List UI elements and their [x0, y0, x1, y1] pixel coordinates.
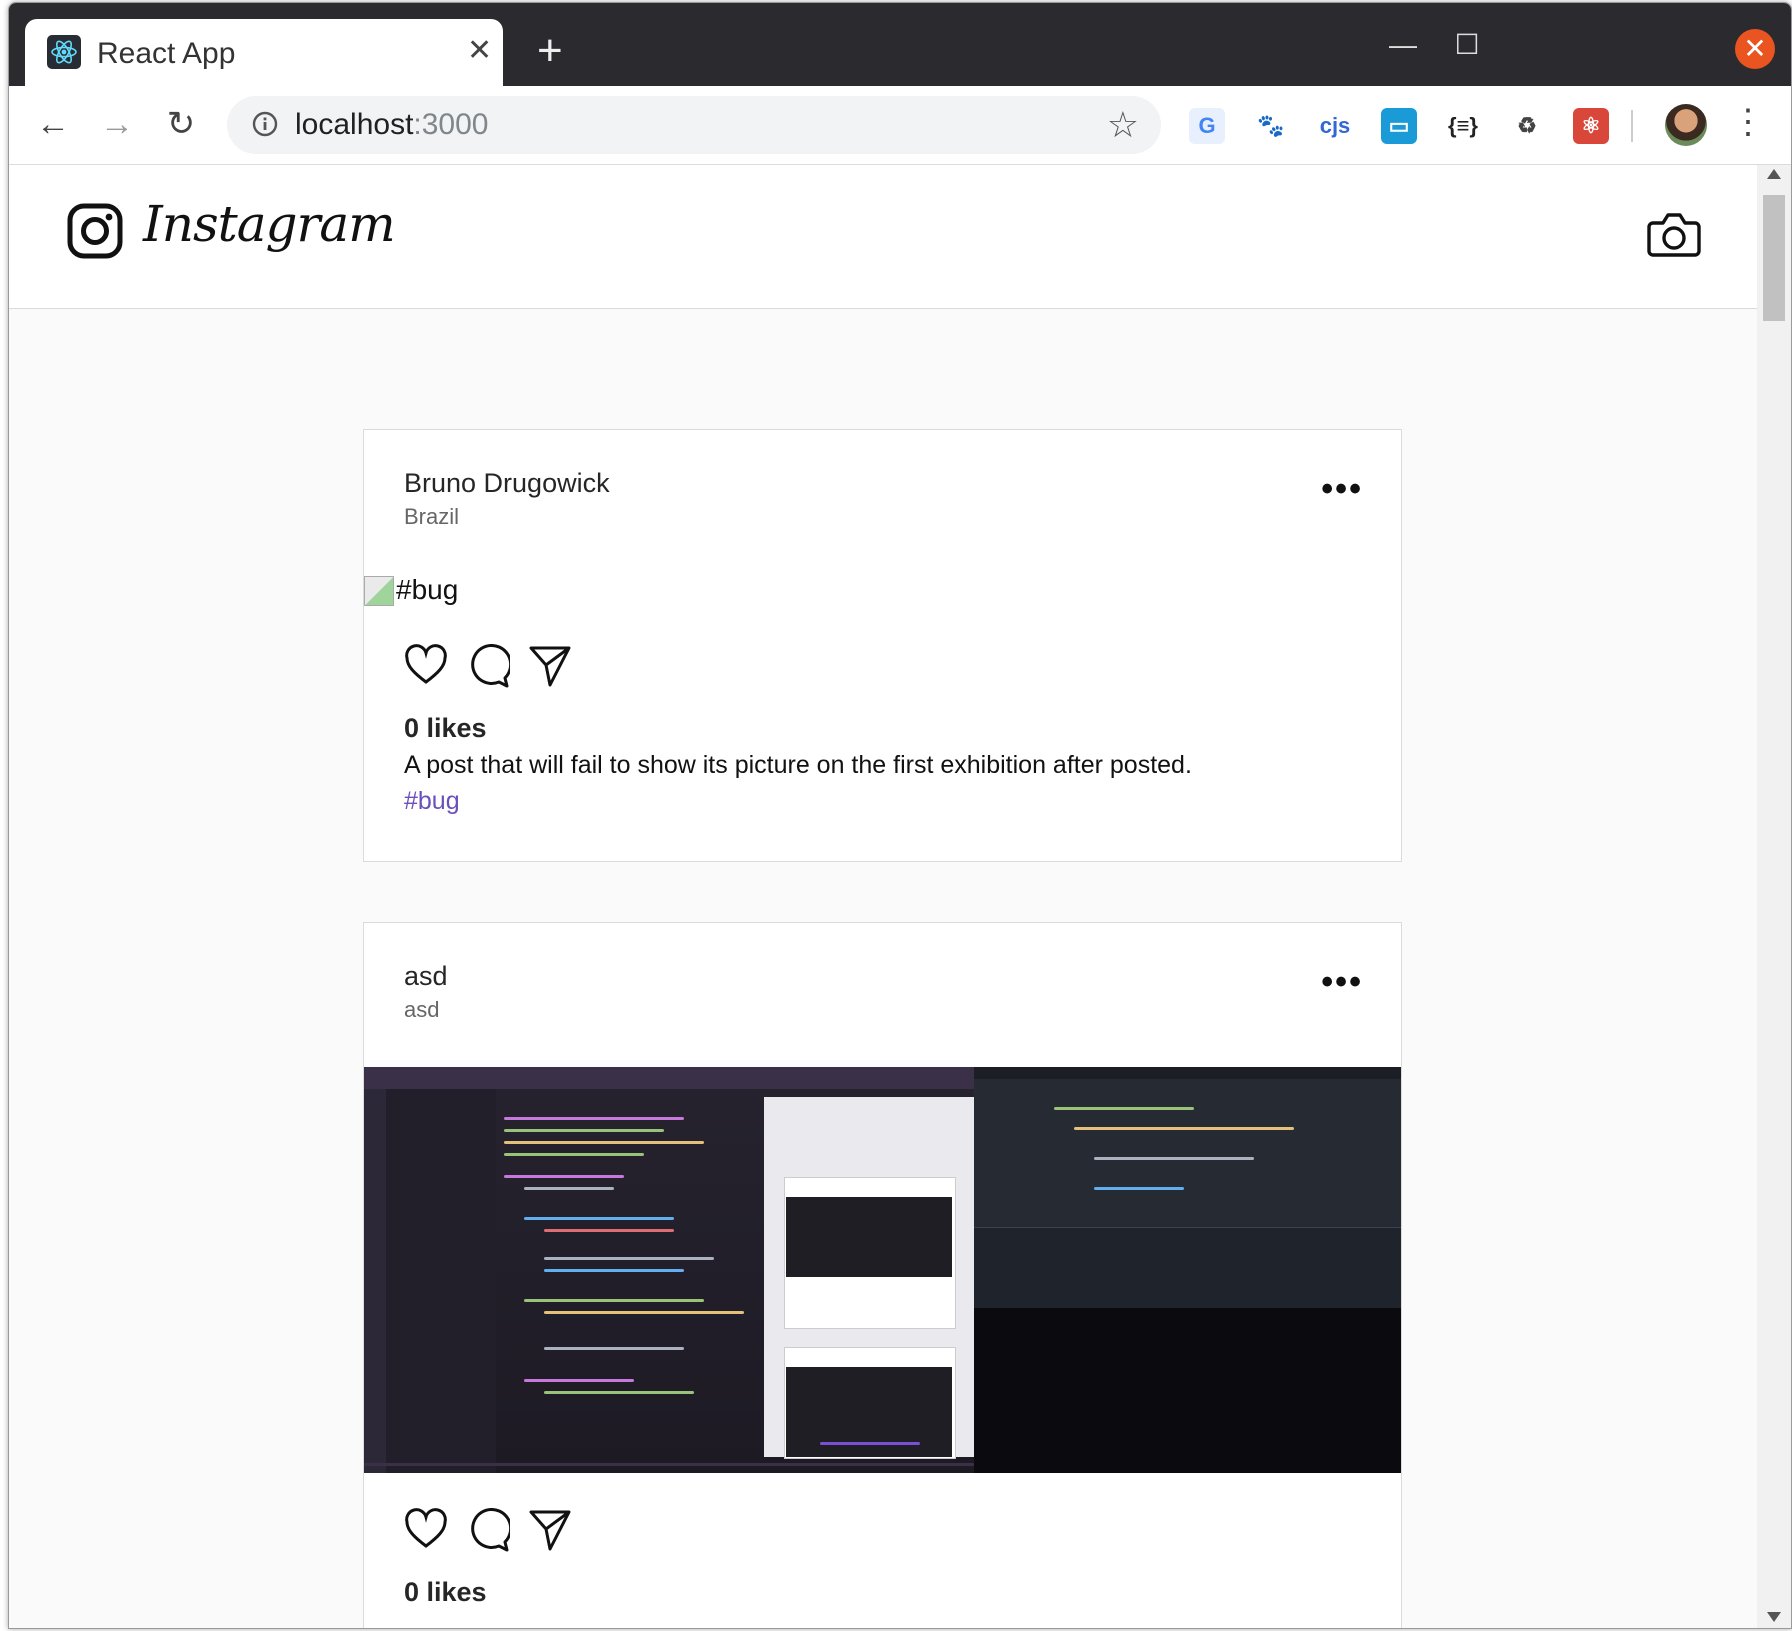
- browser-titlebar: React App ✕ + — ☐ ✕: [9, 3, 1791, 87]
- new-tab-button[interactable]: +: [537, 29, 563, 73]
- heart-icon[interactable]: [404, 1508, 448, 1552]
- forward-button[interactable]: →: [95, 102, 139, 146]
- toolbar-separator: [1631, 110, 1633, 142]
- url-host: localhost: [295, 108, 414, 141]
- profile-avatar[interactable]: [1665, 104, 1707, 146]
- comment-icon[interactable]: [466, 644, 510, 688]
- comment-icon[interactable]: [466, 1508, 510, 1552]
- page-viewport: Instagram Bruno Drugowick Brazil ••• #bu…: [9, 165, 1757, 1628]
- window-close-button[interactable]: ✕: [1735, 29, 1775, 69]
- browser-menu-icon[interactable]: ⋮: [1731, 102, 1765, 142]
- heart-icon[interactable]: [404, 644, 448, 688]
- scroll-up-arrow-icon[interactable]: [1767, 169, 1781, 179]
- gnome-extension-icon[interactable]: 🐾: [1253, 108, 1289, 144]
- likes-count: 0 likes: [404, 713, 487, 743]
- instagram-wordmark[interactable]: Instagram: [143, 195, 396, 253]
- browser-toolbar: ← → ↻ localhost:3000 ☆ G 🐾 cjs ▭ {≡} ♻ ⚛ ⋮: [9, 86, 1791, 165]
- url-port: :3000: [413, 108, 489, 141]
- cjs-extension-icon[interactable]: cjs: [1317, 108, 1353, 144]
- more-options-icon[interactable]: •••: [1321, 965, 1363, 999]
- instagram-logo-icon[interactable]: [67, 203, 123, 259]
- post-card: Bruno Drugowick Brazil ••• #bug 0 likes …: [363, 429, 1402, 862]
- url-text[interactable]: localhost:3000: [295, 108, 488, 142]
- post-location: asd: [404, 997, 440, 1022]
- back-button[interactable]: ←: [31, 102, 75, 146]
- browser-tab[interactable]: React App ✕: [25, 19, 503, 87]
- scroll-thumb[interactable]: [1763, 195, 1785, 321]
- screenshot-ide-region: [974, 1067, 1401, 1308]
- post-hashtags[interactable]: #bug: [404, 787, 460, 816]
- tab-title: React App: [97, 37, 236, 70]
- recycle-extension-icon[interactable]: ♻: [1509, 108, 1545, 144]
- app-header: Instagram: [9, 165, 1757, 309]
- likes-count: 0 likes: [404, 1577, 487, 1607]
- post-author[interactable]: asd: [404, 961, 448, 992]
- post-image: [364, 1067, 1401, 1473]
- page-scrollbar[interactable]: [1757, 165, 1791, 1628]
- json-formatter-extension-icon[interactable]: {≡}: [1445, 108, 1481, 144]
- post-card: asd asd ••• 0 likes: [363, 922, 1402, 1628]
- bookmark-star-icon[interactable]: ☆: [1107, 106, 1139, 144]
- screenshot-browser-region: [764, 1097, 974, 1459]
- post-image-alt-text: #bug: [396, 574, 459, 605]
- more-options-icon[interactable]: •••: [1321, 472, 1363, 506]
- info-icon[interactable]: [251, 110, 279, 138]
- browser-window: React App ✕ + — ☐ ✕ ← → ↻ localhost:3000…: [8, 2, 1792, 1629]
- address-bar[interactable]: localhost:3000 ☆: [227, 96, 1161, 154]
- react-logo-icon: [47, 35, 81, 69]
- minimize-button[interactable]: —: [1383, 25, 1423, 65]
- react-devtools-extension-icon[interactable]: ⚛: [1573, 108, 1609, 144]
- window-extension-icon[interactable]: ▭: [1381, 108, 1417, 144]
- post-author[interactable]: Bruno Drugowick: [404, 468, 610, 499]
- broken-image-icon: [364, 576, 394, 606]
- google-translate-extension-icon[interactable]: G: [1189, 108, 1225, 144]
- reload-button[interactable]: ↻: [159, 102, 203, 146]
- post-location: Brazil: [404, 504, 460, 529]
- tab-close-icon[interactable]: ✕: [467, 35, 492, 67]
- share-icon[interactable]: [528, 1508, 572, 1552]
- maximize-button[interactable]: ☐: [1447, 25, 1487, 65]
- camera-icon[interactable]: [1647, 209, 1701, 259]
- share-icon[interactable]: [528, 644, 572, 688]
- post-description: A post that will fail to show its pictur…: [404, 751, 1192, 779]
- scroll-down-arrow-icon[interactable]: [1767, 1612, 1781, 1622]
